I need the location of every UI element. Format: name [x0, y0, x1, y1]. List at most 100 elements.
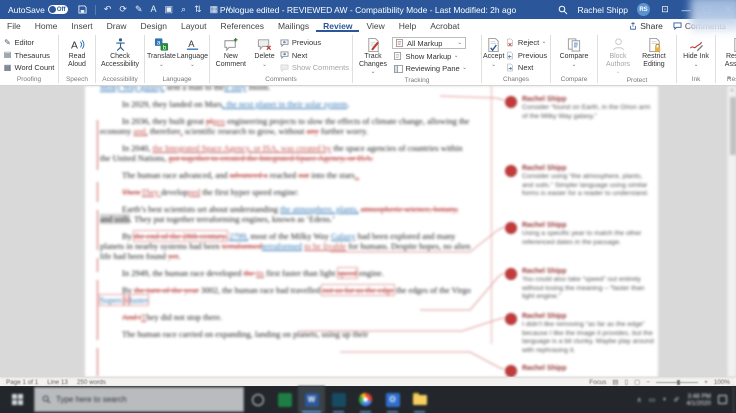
volume-icon[interactable]: ◗: [662, 396, 666, 403]
autosave-switch[interactable]: Off: [48, 5, 68, 14]
restrict-editing-button[interactable]: Restrict Editing: [635, 33, 673, 68]
collapse-ribbon-icon[interactable]: ⌃: [726, 76, 732, 84]
network-icon[interactable]: ▭: [649, 396, 656, 404]
scrollbar-thumb[interactable]: [730, 97, 736, 155]
web-layout-icon[interactable]: ▢: [634, 378, 640, 386]
paragraph[interactable]: In 2036, they built great plgeo engineer…: [100, 116, 472, 136]
thesaurus-button[interactable]: ▤Thesaurus: [1, 50, 56, 61]
display-for-review-select[interactable]: All Markup ⌄: [392, 37, 466, 49]
share-button[interactable]: Share: [629, 21, 663, 31]
hide-ink-button[interactable]: Hide Ink⌄: [679, 33, 713, 68]
new-comment-button[interactable]: New Comment: [211, 33, 251, 68]
tab-insert[interactable]: Insert: [64, 19, 99, 32]
paragraph[interactable]: By the end of the 28th century, 2799, mo…: [100, 231, 472, 261]
tab-design[interactable]: Design: [134, 19, 174, 32]
font-icon[interactable]: A: [151, 5, 157, 14]
pen-icon[interactable]: ✐: [674, 396, 680, 404]
comment-card[interactable]: Rachel ShippI didn’t like removing “as f…: [505, 313, 655, 355]
vertical-scrollbar[interactable]: ▲: [727, 86, 736, 377]
line-indicator[interactable]: Line 13: [47, 379, 68, 386]
paragraph[interactable]: In 2029, they landed on Mars, the next p…: [100, 99, 472, 109]
block-authors-button[interactable]: Block Authors⌄: [601, 33, 635, 76]
tab-home[interactable]: Home: [28, 19, 65, 32]
comment-card[interactable]: Rachel ShippConsider “found on Earth, in…: [505, 96, 655, 121]
paragraph[interactable]: And tThey did not stop there.: [100, 312, 472, 322]
tab-acrobat[interactable]: Acrobat: [423, 19, 466, 32]
print-layout-icon[interactable]: ▯: [625, 378, 629, 386]
tab-file[interactable]: File: [0, 19, 28, 32]
document-page[interactable]: Milky Way galaxy, sent a man to their on…: [85, 86, 658, 377]
previous-comment-button[interactable]: Previous: [278, 37, 351, 48]
taskbar-clock[interactable]: 3:48 PM 4/1/2020: [686, 393, 711, 407]
zoom-slider-knob[interactable]: [677, 380, 680, 385]
paragraph[interactable]: Then They developped the first hyper spe…: [100, 187, 472, 197]
zoom-out-button[interactable]: −: [646, 379, 650, 386]
user-avatar[interactable]: RS: [637, 3, 650, 16]
undo-icon[interactable]: ↶: [104, 5, 112, 14]
teams-taskbar-button[interactable]: [325, 386, 352, 413]
file-explorer-taskbar-button[interactable]: [406, 386, 433, 413]
compare-button[interactable]: Compare⌄: [557, 33, 591, 68]
page-indicator[interactable]: Page 1 of 1: [6, 379, 38, 386]
grid-icon[interactable]: ▦: [210, 5, 219, 14]
comment-card[interactable]: Rachel Shipp: [505, 365, 655, 377]
tab-review[interactable]: Review: [316, 19, 359, 32]
sort-icon[interactable]: ⇅: [194, 5, 202, 14]
tab-draw[interactable]: Draw: [100, 19, 134, 32]
draw-icon[interactable]: ✎: [135, 5, 143, 14]
next-comment-button[interactable]: Next: [278, 50, 351, 61]
word-taskbar-button[interactable]: W: [298, 386, 325, 413]
read-mode-icon[interactable]: ▤: [612, 378, 618, 386]
action-center-icon[interactable]: [718, 395, 727, 404]
clipboard-icon[interactable]: ▣: [165, 5, 174, 14]
outlook-taskbar-button[interactable]: O: [379, 386, 406, 413]
find-icon[interactable]: ⌕: [181, 5, 186, 14]
scroll-up-icon[interactable]: ▲: [730, 87, 735, 93]
chrome-taskbar-button[interactable]: [352, 386, 379, 413]
greenshot-taskbar-button[interactable]: [271, 386, 298, 413]
zoom-slider[interactable]: [656, 382, 698, 383]
ribbon-display-options-icon[interactable]: ⊡: [659, 4, 671, 15]
paragraph[interactable]: The human race advanced, and advanced a …: [100, 170, 472, 180]
track-changes-button[interactable]: Track Changes⌄: [354, 33, 392, 76]
show-comments-button[interactable]: Show Comments: [278, 62, 351, 73]
comment-card[interactable]: Rachel ShippYou could also take “speed” …: [505, 268, 655, 302]
resume-assistant-button[interactable]: in Resume Assistant: [718, 33, 736, 68]
check-accessibility-button[interactable]: Check Accessibility: [97, 33, 143, 68]
zoom-level[interactable]: 100%: [714, 379, 730, 386]
start-button[interactable]: [0, 386, 34, 413]
tab-mailings[interactable]: Mailings: [271, 19, 316, 32]
zoom-in-button[interactable]: +: [704, 379, 708, 386]
word-count-indicator[interactable]: 250 words: [77, 379, 106, 386]
comment-card[interactable]: Rachel ShippUsing a specific year to mat…: [505, 222, 655, 247]
cortana-taskbar-button[interactable]: [244, 386, 271, 413]
tab-references[interactable]: References: [214, 19, 271, 32]
tab-layout[interactable]: Layout: [174, 19, 214, 32]
paragraph[interactable]: In 2040, the Integrated Space Agency, or…: [100, 143, 472, 163]
paragraph[interactable]: By the turn of the year 3002, the human …: [100, 285, 472, 305]
comment-card[interactable]: Rachel ShippConsider using “the atmosphe…: [505, 165, 655, 199]
word-count-button[interactable]: ▦Word Count: [1, 62, 56, 73]
autosave-toggle[interactable]: AutoSave Off: [8, 5, 68, 15]
reviewing-pane-button[interactable]: Reviewing Pane⌄: [392, 63, 469, 74]
delete-comment-button[interactable]: Delete⌄: [251, 33, 279, 68]
tab-view[interactable]: View: [359, 19, 391, 32]
paragraph[interactable]: The human race carried on expanding, lan…: [100, 329, 472, 339]
repeat-icon[interactable]: ⟳: [119, 5, 127, 14]
focus-mode-button[interactable]: Focus: [589, 379, 606, 386]
reject-button[interactable]: Reject⌄: [504, 37, 549, 48]
editor-button[interactable]: ✎Editor: [1, 37, 56, 48]
search-icon[interactable]: [558, 5, 568, 15]
language-button[interactable]: A Language⌄: [177, 33, 208, 68]
read-aloud-button[interactable]: A Read Aloud: [60, 33, 94, 68]
user-name[interactable]: Rachel Shipp: [577, 5, 628, 15]
tab-help[interactable]: Help: [392, 19, 423, 32]
paragraph[interactable]: Earth’s best scientists set about unders…: [100, 204, 472, 224]
save-icon[interactable]: [78, 5, 87, 14]
next-change-button[interactable]: Next: [504, 62, 549, 73]
tray-expand-icon[interactable]: ∧: [637, 396, 642, 404]
accept-button[interactable]: Accept⌄: [483, 33, 504, 68]
translate-button[interactable]: ab Translate⌄: [146, 33, 177, 68]
show-markup-button[interactable]: Show Markup⌄: [392, 51, 469, 62]
previous-change-button[interactable]: Previous: [504, 50, 549, 61]
